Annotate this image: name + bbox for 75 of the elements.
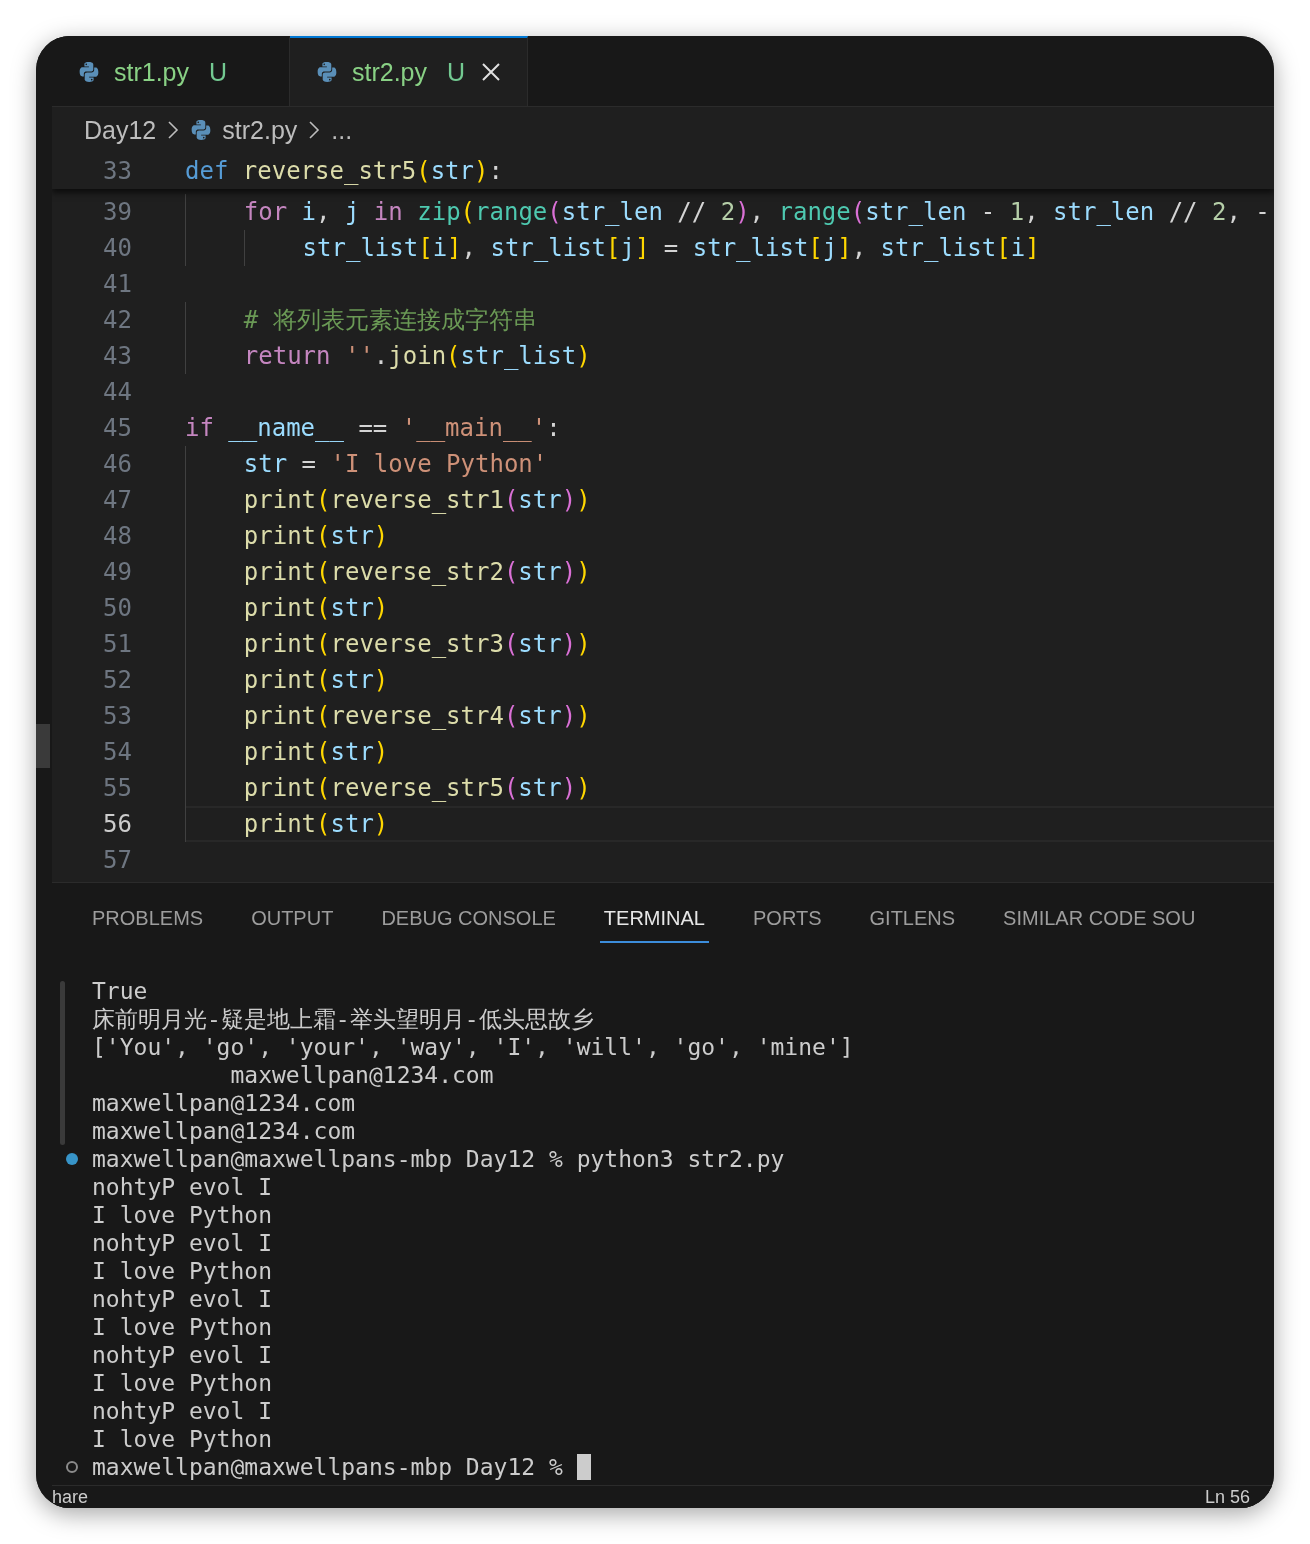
code-line: for i, j in zip(range(str_len // 2), range(str_len - 1, str_len // 2, - bbox=[185, 194, 1274, 230]
terminal-output: True bbox=[92, 978, 148, 1004]
python-icon bbox=[78, 61, 100, 83]
code-line: print(str) bbox=[185, 734, 1274, 770]
terminal-output: nohtyP evol I bbox=[92, 1174, 272, 1200]
code-line: print(reverse_str5(str)) bbox=[185, 770, 1274, 806]
breadcrumb-item[interactable]: ... bbox=[331, 115, 353, 145]
terminal-output: I love Python bbox=[92, 1314, 272, 1340]
line-number: 39 bbox=[102, 198, 132, 226]
python-icon bbox=[316, 61, 338, 83]
code-line: str = 'I love Python' bbox=[185, 446, 1274, 482]
line-number: 43 bbox=[102, 342, 132, 370]
panel-tab[interactable]: PROBLEMS bbox=[88, 901, 208, 943]
breadcrumb-item[interactable]: Day12 bbox=[84, 115, 157, 145]
code-line: if __name__ == '__main__': bbox=[185, 413, 562, 444]
terminal-output: I love Python bbox=[92, 1426, 272, 1452]
terminal-output: nohtyP evol I bbox=[92, 1342, 272, 1368]
code-line: print(str) bbox=[185, 662, 1274, 698]
python-icon bbox=[190, 119, 213, 141]
panel-tab[interactable]: DEBUG CONSOLE bbox=[377, 901, 560, 943]
terminal-command: maxwellpan@maxwellpans-mbp Day12 % python3 str2.py bbox=[92, 1146, 785, 1172]
terminal-command: maxwellpan@maxwellpans-mbp Day12 % bbox=[92, 1454, 563, 1480]
line-number: 45 bbox=[102, 414, 132, 442]
line-number: 46 bbox=[102, 450, 132, 478]
panel-tab[interactable]: OUTPUT bbox=[247, 901, 338, 943]
command-status-icon[interactable] bbox=[66, 1153, 78, 1165]
terminal-output: ['You', 'go', 'your', 'way', 'I', 'will', 'go', 'mine'] bbox=[92, 1034, 854, 1060]
chevron-icon bbox=[307, 120, 322, 140]
line-number: 44 bbox=[102, 378, 132, 406]
code-line: print(reverse_str4(str)) bbox=[185, 698, 1274, 734]
line-number: 40 bbox=[102, 234, 132, 262]
line-number: 41 bbox=[102, 270, 132, 298]
terminal-output: nohtyP evol I bbox=[92, 1286, 272, 1312]
status-item[interactable]: hare bbox=[52, 1486, 89, 1508]
line-number: 47 bbox=[102, 486, 132, 514]
terminal-output: I love Python bbox=[92, 1258, 272, 1284]
close-icon[interactable] bbox=[481, 62, 502, 82]
panel-tab[interactable]: PORTS bbox=[749, 901, 826, 943]
line-number: 55 bbox=[102, 774, 132, 802]
line-number: 50 bbox=[102, 594, 132, 622]
terminal-output: 床前明月光-疑是地上霜-举头望明月-低头思故乡 bbox=[92, 1004, 594, 1034]
line-number: 42 bbox=[102, 306, 132, 334]
command-status-icon[interactable] bbox=[66, 1461, 78, 1473]
terminal-output: maxwellpan@1234.com bbox=[92, 1090, 356, 1116]
line-number: 57 bbox=[102, 846, 132, 874]
line-number: 48 bbox=[102, 522, 132, 550]
code-line: print(str) bbox=[185, 590, 1274, 626]
terminal-output: maxwellpan@1234.com bbox=[229, 1062, 494, 1088]
code-line: print(str) bbox=[185, 806, 1274, 842]
chevron-icon bbox=[166, 120, 181, 140]
code-line: print(str) bbox=[185, 518, 1274, 554]
editor-tab[interactable]: str1.py U bbox=[52, 36, 290, 106]
terminal-output: maxwellpan@1234.com bbox=[92, 1118, 356, 1144]
terminal-output: nohtyP evol I bbox=[92, 1230, 272, 1256]
line-number: 56 bbox=[102, 810, 132, 838]
breadcrumb-item[interactable]: str2.py bbox=[222, 115, 298, 145]
code-line: print(reverse_str1(str)) bbox=[185, 482, 1274, 518]
panel-tab[interactable]: TERMINAL bbox=[599, 901, 709, 943]
code-line: str_list[i], str_list[j] = str_list[j], str_list[i] bbox=[185, 230, 1274, 266]
terminal-output: I love Python bbox=[92, 1202, 272, 1228]
terminal-output: I love Python bbox=[92, 1370, 272, 1396]
line-number: 52 bbox=[102, 666, 132, 694]
status-item[interactable]: Ln 56 bbox=[1204, 1486, 1250, 1508]
panel-tab[interactable]: GITLENS bbox=[865, 901, 960, 943]
terminal-output: nohtyP evol I bbox=[92, 1398, 272, 1424]
code-line: return ''.join(str_list) bbox=[185, 338, 1274, 374]
editor-tab[interactable]: str2.py U bbox=[290, 36, 528, 106]
line-number: 54 bbox=[102, 738, 132, 766]
line-number: 49 bbox=[102, 558, 132, 586]
code-line: print(reverse_str2(str)) bbox=[185, 554, 1274, 590]
line-number: 51 bbox=[102, 630, 132, 658]
code-line: # 将列表元素连接成字符串 bbox=[185, 302, 1274, 338]
line-number: 53 bbox=[102, 702, 132, 730]
code-line: print(reverse_str3(str)) bbox=[185, 626, 1274, 662]
panel-tab[interactable]: SIMILAR CODE SOU bbox=[999, 901, 1200, 943]
